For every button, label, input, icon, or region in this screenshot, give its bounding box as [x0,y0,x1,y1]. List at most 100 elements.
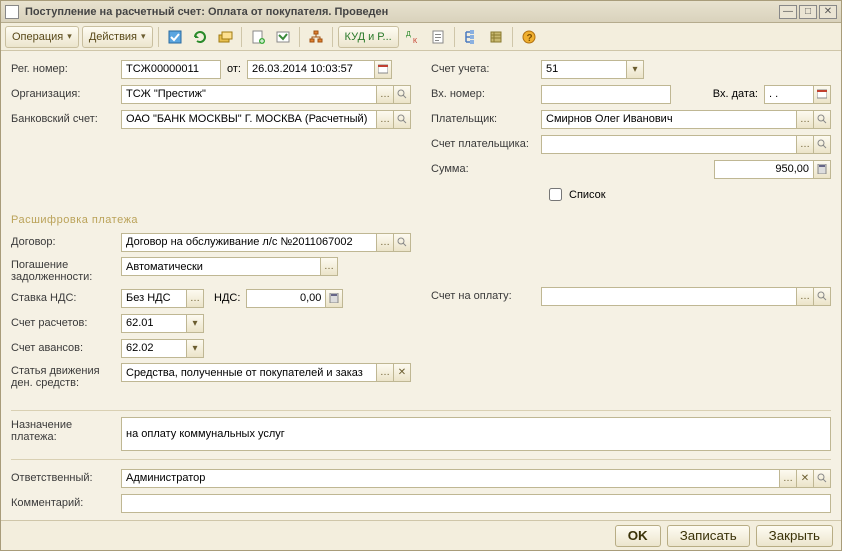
close-form-button[interactable]: Закрыть [756,525,833,547]
debt-repay-field[interactable] [121,257,321,276]
reg-number-field[interactable] [121,60,221,79]
payer-open-button[interactable] [813,110,831,129]
comment-field[interactable] [121,494,831,513]
advance-account-dropdown[interactable]: ▾ [186,339,204,358]
payer-select-button[interactable]: … [796,110,814,129]
organization-field[interactable] [121,85,377,104]
post-document-icon[interactable] [164,26,186,48]
invoice-open-button[interactable] [813,287,831,306]
vat-rate-field[interactable] [121,289,187,308]
refresh-icon[interactable] [189,26,211,48]
bank-account-select-button[interactable]: … [376,110,394,129]
caret-down-icon: ▾ [141,31,146,42]
new-based-icon[interactable] [247,26,269,48]
amount-label: Сумма: [431,163,541,175]
svg-text:К: К [413,38,418,45]
contract-label: Договор: [11,236,121,248]
ok-button[interactable]: OK [615,525,661,547]
responsible-clear-button[interactable]: ✕ [796,469,814,488]
amount-calc-button[interactable] [813,160,831,179]
in-date-label: Вх. дата: [713,88,758,100]
payment-section-title: Расшифровка платежа [11,214,831,226]
kud-label: КУД и Р... [345,31,392,43]
debt-repay-select-button[interactable]: … [320,257,338,276]
organization-select-button[interactable]: … [376,85,394,104]
structure-icon[interactable] [305,26,327,48]
cashflow-select-button[interactable]: … [376,363,394,382]
organization-open-button[interactable] [393,85,411,104]
settlement-account-label: Счет расчетов: [11,317,121,329]
comment-label: Комментарий: [11,497,121,509]
from-label: от: [227,63,241,75]
minimize-button[interactable]: — [779,5,797,19]
svg-text:Д: Д [406,31,411,38]
save-button[interactable]: Записать [667,525,750,547]
amount-field[interactable] [714,160,814,179]
in-number-field[interactable] [541,85,671,104]
account-label: Счет учета: [431,63,541,75]
vat-label: НДС: [214,292,240,304]
responsible-label: Ответственный: [11,472,121,484]
invoice-label: Счет на оплату: [431,290,541,302]
contract-open-button[interactable] [393,233,411,252]
window-title: Поступление на расчетный счет: Оплата от… [25,6,779,18]
dk-icon[interactable]: ДК [402,26,424,48]
window-icon [5,5,19,19]
purpose-label-2: платежа: [11,431,121,443]
responsible-select-button[interactable]: … [779,469,797,488]
debt-repay-label-1: Погашение [11,259,121,271]
payer-account-open-button[interactable] [813,135,831,154]
invoice-field[interactable] [541,287,797,306]
list-icon[interactable] [485,26,507,48]
vat-rate-select-button[interactable]: … [186,289,204,308]
purpose-field[interactable] [121,417,831,451]
settlement-account-field[interactable] [121,314,187,333]
help-icon[interactable]: ? [518,26,540,48]
report-icon[interactable] [427,26,449,48]
payer-field[interactable] [541,110,797,129]
cashflow-clear-button[interactable]: ✕ [393,363,411,382]
vat-field[interactable] [246,289,326,308]
kud-button[interactable]: КУД и Р... [338,26,399,48]
payer-account-field[interactable] [541,135,797,154]
actions-menu[interactable]: Действия ▾ [82,26,153,48]
cashflow-label-1: Статья движения [11,365,121,377]
in-date-field[interactable] [764,85,814,104]
navigate-icon[interactable] [214,26,236,48]
contract-select-button[interactable]: … [376,233,394,252]
payer-account-select-button[interactable]: … [796,135,814,154]
in-date-calendar-button[interactable] [813,85,831,104]
date-calendar-button[interactable] [374,60,392,79]
payer-label: Плательщик: [431,113,541,125]
contract-field[interactable] [121,233,377,252]
actions-label: Действия [89,31,137,43]
svg-text:?: ? [526,33,532,44]
list-checkbox[interactable] [549,188,562,201]
debt-repay-label-2: задолженности: [11,271,121,283]
list-checkbox-label: Список [569,189,606,201]
bank-account-open-button[interactable] [393,110,411,129]
organization-label: Организация: [11,88,121,100]
maximize-button[interactable]: □ [799,5,817,19]
cashflow-label-2: ден. средств: [11,377,121,389]
operation-menu[interactable]: Операция ▾ [5,26,79,48]
close-button[interactable]: ✕ [819,5,837,19]
settlement-account-dropdown[interactable]: ▾ [186,314,204,333]
advance-account-field[interactable] [121,339,187,358]
in-number-label: Вх. номер: [431,88,541,100]
payer-account-label: Счет плательщика: [431,138,541,150]
responsible-field[interactable] [121,469,780,488]
toolbar: Операция ▾ Действия ▾ КУД и Р... ДК ? [1,23,841,51]
tree-icon[interactable] [460,26,482,48]
account-field[interactable] [541,60,627,79]
invoice-select-button[interactable]: … [796,287,814,306]
account-dropdown-button[interactable]: ▾ [626,60,644,79]
responsible-open-button[interactable] [813,469,831,488]
cashflow-field[interactable] [121,363,377,382]
vat-rate-label: Ставка НДС: [11,292,121,304]
movements-icon[interactable] [272,26,294,48]
date-field[interactable] [247,60,375,79]
vat-calc-button[interactable] [325,289,343,308]
bank-account-field[interactable] [121,110,377,129]
footer: OK Записать Закрыть [1,520,841,550]
